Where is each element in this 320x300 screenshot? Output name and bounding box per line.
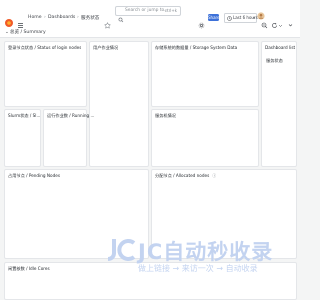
panel-title: 用户作业情况: [93, 45, 119, 50]
chevron-down-icon: ▾: [253, 16, 255, 20]
row-title: 总览 / Summary: [9, 30, 46, 35]
panel-title: 占用节点 / Pending Nodes: [8, 173, 61, 178]
info-icon[interactable]: ⓘ: [212, 173, 216, 179]
help-icon[interactable]: ?: [236, 6, 243, 21]
grafana-logo-icon[interactable]: [4, 13, 14, 27]
panel-title-text: 分配节点 / Allocated nodes: [155, 173, 210, 178]
settings-gear-icon[interactable]: [198, 14, 205, 29]
panel-running-jobs[interactable]: 运行作业数 / Running ...: [43, 109, 95, 167]
panel-title: 分配节点 / Allocated nodes ⓘ: [155, 173, 216, 179]
search-icon: [118, 8, 124, 23]
panel-user-jobs[interactable]: 用户作业情况: [89, 41, 149, 167]
panel-title: 闲置核数 / Idle Cores: [8, 266, 50, 271]
search-shortcut: ctrl+k: [164, 8, 177, 13]
dashboard-list-item[interactable]: 服务状态: [266, 58, 283, 64]
refresh-icon[interactable]: [271, 14, 278, 28]
chevron-down-icon: ⌄: [5, 30, 9, 35]
panel-title: Slurm状态 / Sl...: [8, 113, 41, 118]
menu-icon[interactable]: [17, 14, 24, 28]
clock-icon: [227, 15, 232, 21]
panel-allocated-nodes[interactable]: 分配节点 / Allocated nodes ⓘ: [151, 169, 297, 259]
plus-icon[interactable]: [226, 6, 233, 20]
search-input[interactable]: Search or jump to... ctrl+k: [115, 6, 181, 23]
zoom-out-icon[interactable]: [261, 14, 268, 29]
more-icon[interactable]: [287, 14, 294, 27]
breadcrumb-home[interactable]: Home: [28, 15, 42, 20]
breadcrumb-separator: ›: [77, 15, 79, 20]
avatar-icon[interactable]: [257, 5, 265, 20]
breadcrumb-current: 服务状态: [81, 16, 100, 21]
panel-title: Dashboard list: [265, 45, 296, 50]
row-header-summary[interactable]: ⌄总览 / Summary: [5, 29, 46, 35]
share-button[interactable]: Share: [208, 14, 220, 21]
news-icon[interactable]: [246, 6, 253, 21]
panel-slurm-status[interactable]: Slurm状态 / Sl...: [4, 109, 41, 167]
breadcrumb-dashboards[interactable]: Dashboards: [48, 15, 75, 20]
panel-title: 运行作业数 / Running ...: [47, 113, 95, 118]
chevron-down-icon[interactable]: [278, 14, 283, 27]
panel-title: 存储系统的数据量 / Storage System Data: [155, 45, 238, 50]
panel-service-status[interactable]: 服务机情况: [151, 109, 259, 167]
panel-title: 登录节点状态 / Status of login nodes: [8, 45, 82, 50]
search-placeholder: Search or jump to...: [125, 8, 169, 13]
panel-dashboard-list[interactable]: Dashboard list 服务状态: [261, 41, 297, 167]
panel-pending-nodes[interactable]: 占用节点 / Pending Nodes: [4, 169, 149, 259]
breadcrumb-separator: ›: [44, 15, 46, 20]
panel-idle-cores[interactable]: 闲置核数 / Idle Cores: [4, 262, 297, 300]
panel-title: 服务机情况: [155, 113, 176, 118]
star-icon[interactable]: [104, 14, 111, 29]
time-range-picker[interactable]: Last 6 hours ▾: [224, 13, 258, 23]
panel-status-login-nodes[interactable]: 登录节点状态 / Status of login nodes: [4, 41, 87, 107]
panel-storage-system-data[interactable]: 存储系统的数据量 / Storage System Data: [151, 41, 259, 107]
